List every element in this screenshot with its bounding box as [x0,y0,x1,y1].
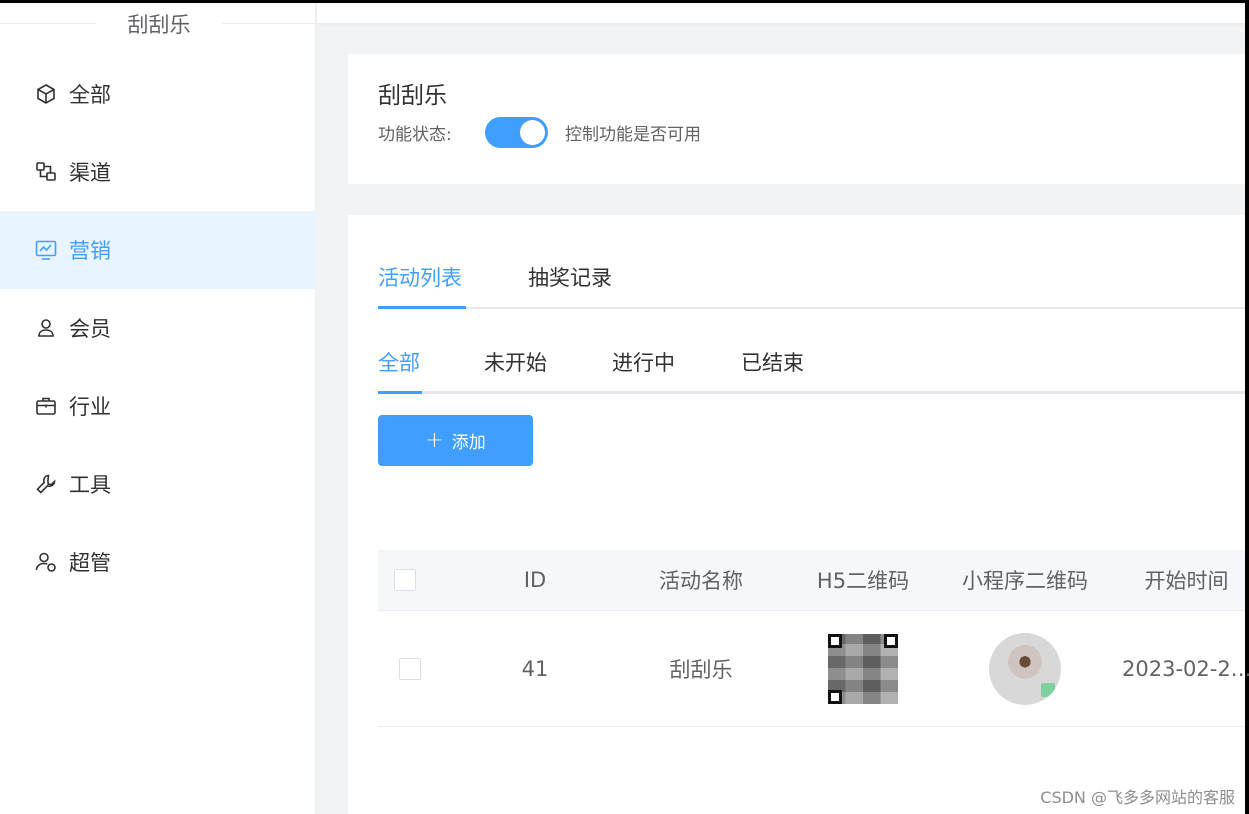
sidebar-item-tools[interactable]: 工具 [0,445,316,523]
csdn-watermark: CSDN @飞多多网站的客服 [1040,788,1235,807]
filter-tab-ended[interactable]: 已结束 [741,348,804,394]
add-button-label: 添加 [451,433,486,453]
sidebar-item-marketing[interactable]: 营销 [0,211,316,289]
active-tab-indicator [378,306,466,309]
select-all-checkbox[interactable] [394,569,416,591]
switch-description: 控制功能是否可用 [565,125,701,145]
admin-icon [33,549,59,575]
activity-card: 活动列表 抽奖记录 全部 未开始 进行中 已结束 + 添加 ID 活动名称 H5… [348,215,1249,814]
h5-qr-code-image[interactable] [828,633,898,704]
top-header-bar [317,3,1245,23]
cell-miniprogram-qr [942,611,1108,726]
cell-h5-qr [784,611,942,726]
briefcase-icon [33,393,59,419]
feature-status-card: 刮刮乐 功能状态: 控制功能是否可用 [348,54,1245,184]
sidebar-item-all[interactable]: 全部 [0,55,316,133]
sidebar-item-label: 全部 [69,83,111,107]
switch-knob [520,120,545,145]
filter-tab-not-started[interactable]: 未开始 [484,348,547,394]
plus-icon: + [425,428,444,453]
sidebar-item-label: 会员 [69,317,111,341]
row-checkbox-cell [378,611,442,726]
filter-tab-in-progress[interactable]: 进行中 [612,348,675,394]
sidebar-item-industry[interactable]: 行业 [0,367,316,445]
main-tabs: 活动列表 抽奖记录 [378,263,1245,309]
sidebar-item-label: 行业 [69,395,111,419]
user-icon [33,315,59,341]
feature-toggle-switch[interactable] [485,117,548,148]
status-filter-tabs: 全部 未开始 进行中 已结束 [378,348,1245,394]
sidebar: 刮刮乐 全部 渠道 营销 会员 行业 工具 超管 [0,3,316,814]
miniprogram-qr-code-image[interactable] [989,632,1061,705]
sidebar-item-channel[interactable]: 渠道 [0,133,316,211]
row-checkbox[interactable] [399,657,421,680]
channel-icon [33,159,59,185]
table-header: ID 活动名称 H5二维码 小程序二维码 开始时间 [378,550,1245,611]
chart-icon [33,237,59,263]
wrench-icon [33,471,59,497]
header-checkbox-cell [378,550,432,610]
sidebar-item-label: 工具 [69,473,111,497]
cell-id: 41 [521,656,549,681]
add-button[interactable]: + 添加 [378,415,533,466]
tab-lottery-records[interactable]: 抽奖记录 [528,263,612,309]
sidebar-item-members[interactable]: 会员 [0,289,316,367]
cell-name: 刮刮乐 [669,657,733,682]
column-header-name: 活动名称 [659,569,743,593]
column-header-h5-qr: H5二维码 [816,569,910,593]
table-row: 41 刮刮乐 2023-02-2… [378,611,1249,727]
feature-title: 刮刮乐 [378,83,447,109]
sidebar-item-label: 营销 [69,239,111,263]
sidebar-title: 刮刮乐 [96,9,222,39]
sidebar-item-label: 超管 [69,551,111,575]
cube-icon [33,81,59,107]
active-filter-indicator [378,391,422,394]
column-header-id: ID [523,568,547,592]
sidebar-item-label: 渠道 [69,161,111,185]
tab-activity-list[interactable]: 活动列表 [378,263,462,309]
sidebar-item-admin[interactable]: 超管 [0,523,316,601]
filter-tab-all[interactable]: 全部 [378,348,420,394]
column-header-start-time: 开始时间 [1144,569,1229,593]
cell-start-time: 2023-02-2… [1122,656,1249,681]
status-label: 功能状态: [378,125,452,145]
column-header-miniprogram-qr: 小程序二维码 [962,569,1088,593]
